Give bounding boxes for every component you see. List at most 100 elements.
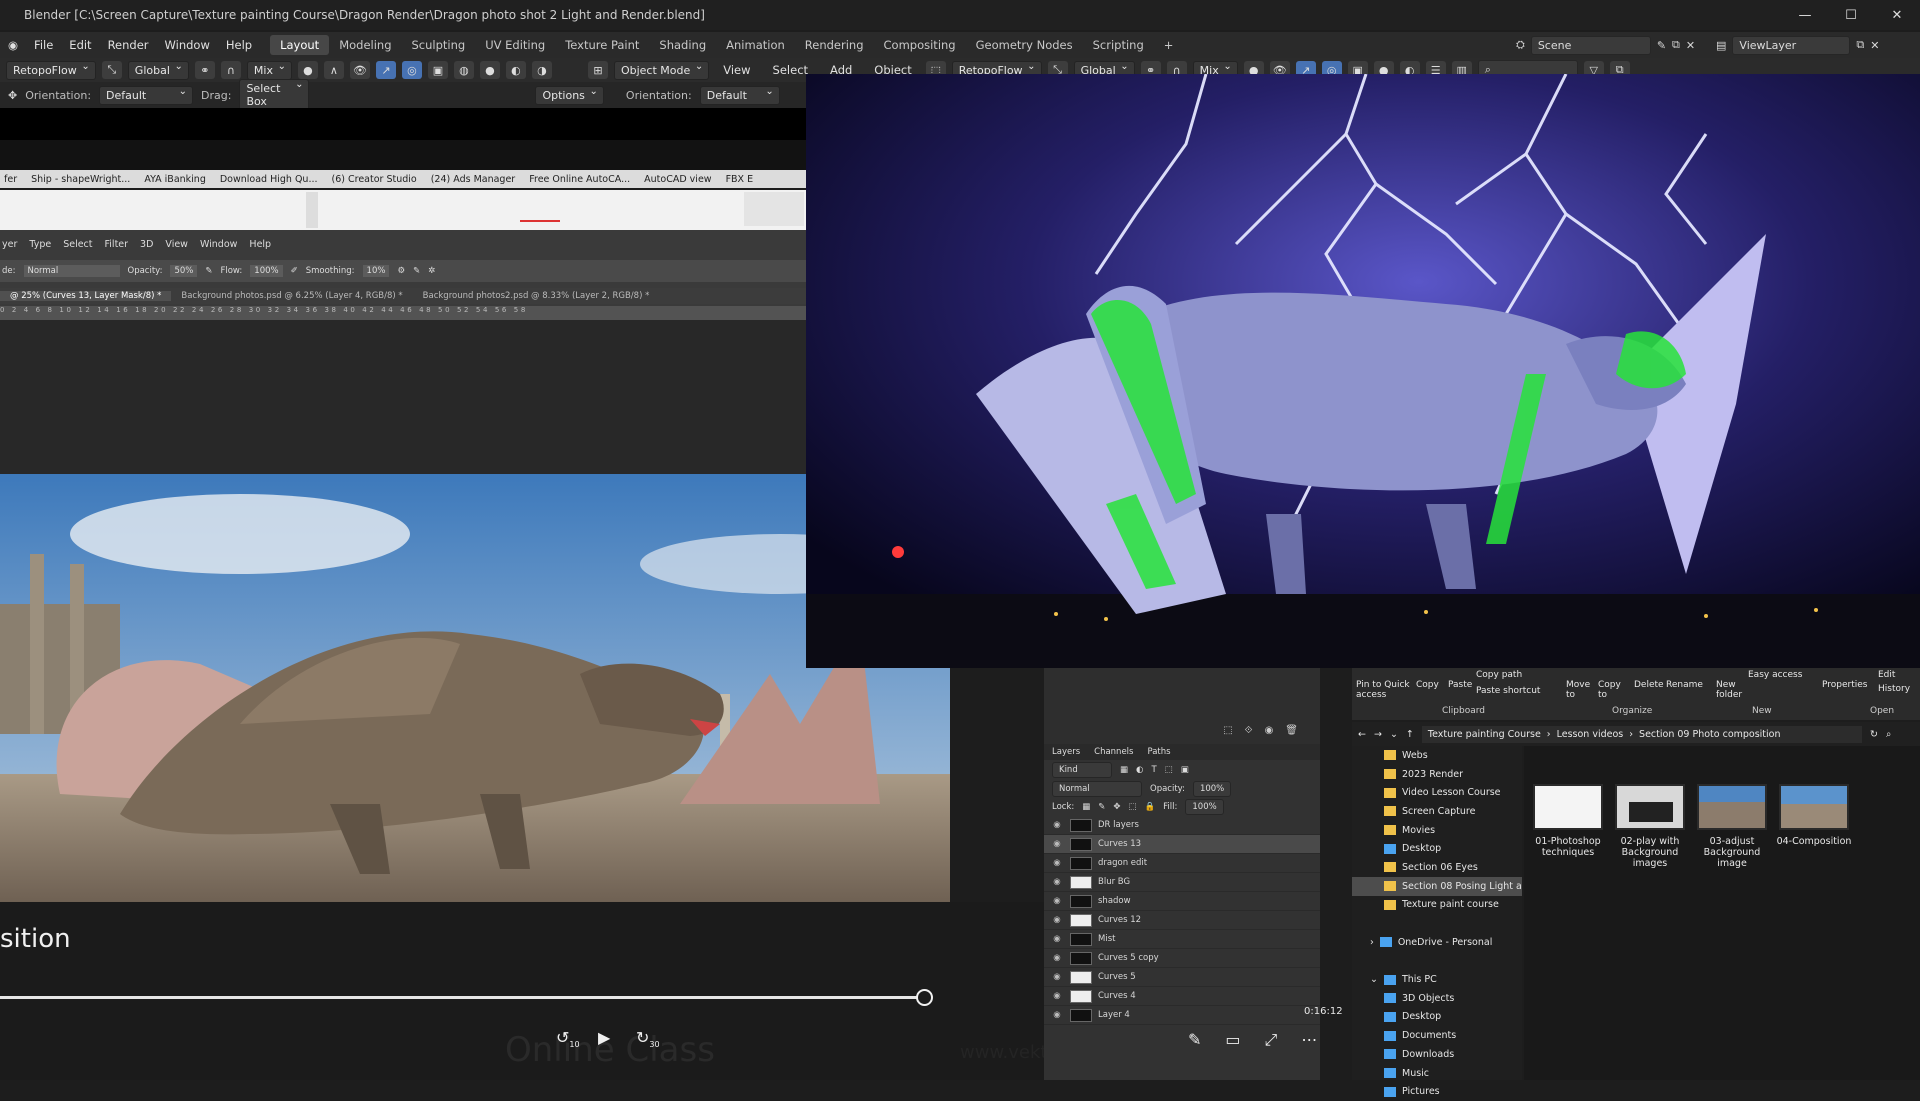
pin-quick-access-button[interactable]: Pin to Quick access xyxy=(1356,680,1410,700)
ps-menu-window[interactable]: Window xyxy=(200,239,237,250)
link-icon[interactable]: ⟐ xyxy=(1245,725,1253,736)
miniplayer-icon[interactable]: ▭ xyxy=(1225,1030,1240,1050)
copy-button[interactable]: Copy xyxy=(1416,680,1439,690)
symmetry-icon[interactable]: ✲ xyxy=(428,266,435,276)
gizmo-icon[interactable]: ↗ xyxy=(375,61,396,79)
paste-button[interactable]: Paste xyxy=(1448,680,1472,690)
visibility-icon[interactable]: 👁 xyxy=(349,61,370,79)
move-to-button[interactable]: Move to xyxy=(1566,680,1594,700)
filter-shape-icon[interactable]: ⬚ xyxy=(1165,765,1173,775)
bookmark-item[interactable]: FBX E xyxy=(726,174,754,185)
video-progress-knob[interactable] xyxy=(916,989,933,1006)
bookmark-item[interactable]: (24) Ads Manager xyxy=(431,174,516,185)
global-dropdown[interactable]: Global xyxy=(127,60,189,80)
ps-menu-select[interactable]: Select xyxy=(63,239,92,250)
close-icon[interactable]: ✕ xyxy=(1874,0,1920,30)
more-options-icon[interactable]: ⋯ xyxy=(1301,1030,1317,1050)
ps-menu-3d[interactable]: 3D xyxy=(140,239,153,250)
eye-icon[interactable]: ◉ xyxy=(1050,972,1064,982)
nav-item[interactable]: 3D Objects xyxy=(1352,989,1522,1008)
ps-menu-layer[interactable]: yer xyxy=(2,239,17,250)
breadcrumb[interactable]: Texture painting Course › Lesson videos › … xyxy=(1421,725,1863,743)
settings-gear-icon[interactable]: ⚙ xyxy=(397,266,405,276)
menu-render[interactable]: Render xyxy=(100,38,157,52)
ps-menu-filter[interactable]: Filter xyxy=(105,239,129,250)
nav-item[interactable]: Video Lesson Course xyxy=(1352,783,1522,802)
minimize-icon[interactable]: — xyxy=(1782,0,1828,30)
layer-row[interactable]: ◉ Blur BG xyxy=(1044,873,1320,892)
mix-dropdown[interactable]: Mix xyxy=(246,60,292,80)
expand-chevron-icon[interactable]: › xyxy=(1370,937,1374,948)
nav-item[interactable]: Downloads xyxy=(1352,1045,1522,1064)
layer-row[interactable]: ◉ DR layers xyxy=(1044,816,1320,835)
eye-icon[interactable]: ◉ xyxy=(1050,934,1064,944)
blend-mode-select[interactable]: Normal xyxy=(23,265,120,277)
shading-wire-icon[interactable]: ◍ xyxy=(453,61,474,79)
skip-forward-30-icon[interactable]: ↻30 xyxy=(636,1028,660,1049)
skip-back-10-icon[interactable]: ↺10 xyxy=(556,1028,580,1049)
smoothing-field[interactable]: 10% xyxy=(362,265,390,277)
new-viewlayer-icon[interactable]: ⧉ xyxy=(1856,38,1864,52)
new-folder-button[interactable]: New folder xyxy=(1716,680,1746,700)
collapse-chevron-icon[interactable]: ⌄ xyxy=(1370,974,1378,985)
file-item[interactable]: 04-Composition xyxy=(1774,784,1854,847)
pressure-size-icon[interactable]: ✎ xyxy=(413,266,420,276)
tab-sculpting[interactable]: Sculpting xyxy=(402,35,476,55)
transform-orientation-icon[interactable]: ⤡ xyxy=(101,61,122,79)
object-mode-dropdown[interactable]: Object Mode xyxy=(613,60,710,80)
bookmark-item[interactable]: Free Online AutoCA... xyxy=(529,174,630,185)
layer-blend-mode[interactable]: Normal xyxy=(1052,781,1142,797)
ps-menu-type[interactable]: Type xyxy=(29,239,51,250)
tab-animation[interactable]: Animation xyxy=(716,35,795,55)
doc-tab[interactable]: Background photos.psd @ 6.25% (Layer 4, … xyxy=(171,291,412,301)
back-arrow-icon[interactable]: ← xyxy=(1358,729,1366,740)
nav-item[interactable]: Pictures xyxy=(1352,1082,1522,1101)
play-icon[interactable]: ▶ xyxy=(598,1028,610,1047)
editor-type-icon[interactable]: ⊞ xyxy=(587,61,608,79)
trash-icon[interactable]: 🗑 xyxy=(1285,725,1298,736)
eye-icon[interactable]: ◉ xyxy=(1050,953,1064,963)
doc-tab-active[interactable]: @ 25% (Curves 13, Layer Mask/8) * xyxy=(0,291,172,301)
bookmark-item[interactable]: Download High Qu... xyxy=(220,174,318,185)
filter-smart-icon[interactable]: ▣ xyxy=(1181,765,1189,775)
eye-icon[interactable]: ◉ xyxy=(1050,839,1064,849)
bookmark-item[interactable]: AYA iBanking xyxy=(144,174,206,185)
menu-help[interactable]: Help xyxy=(218,38,260,52)
ps-menu-view[interactable]: View xyxy=(165,239,188,250)
history-button[interactable]: History xyxy=(1878,684,1910,694)
menu-view[interactable]: View xyxy=(715,63,758,77)
falloff-icon[interactable]: ∧ xyxy=(323,61,344,79)
tab-layout[interactable]: Layout xyxy=(270,35,330,55)
ps-menu-help[interactable]: Help xyxy=(249,239,271,250)
eye-icon[interactable]: ◉ xyxy=(1050,858,1064,868)
delete-scene-icon[interactable]: ✕ xyxy=(1686,39,1695,52)
drag-dropdown[interactable]: Select Box xyxy=(239,79,310,111)
tab-texture-paint[interactable]: Texture Paint xyxy=(555,35,649,55)
tab-channels[interactable]: Channels xyxy=(1094,747,1133,757)
orientation-dropdown-2[interactable]: Default xyxy=(699,85,780,105)
menu-window[interactable]: Window xyxy=(157,38,218,52)
layer-row[interactable]: ◉ dragon edit xyxy=(1044,854,1320,873)
rename-button[interactable]: Rename xyxy=(1666,680,1703,690)
bookmark-item[interactable]: Ship - shapeWright... xyxy=(31,174,130,185)
overlay-icon[interactable]: ◎ xyxy=(401,61,422,79)
tab-modeling[interactable]: Modeling xyxy=(329,35,401,55)
nav-item[interactable]: Documents xyxy=(1352,1026,1522,1045)
new-scene-icon[interactable]: ⧉ xyxy=(1672,38,1680,52)
filter-type-icon[interactable]: T xyxy=(1151,765,1156,775)
airbrush-icon[interactable]: ✐ xyxy=(291,266,298,276)
tab-rendering[interactable]: Rendering xyxy=(795,35,874,55)
xray-icon[interactable]: ▣ xyxy=(427,61,448,79)
layer-row[interactable]: ◉ Mist xyxy=(1044,930,1320,949)
retopoflow-menu[interactable]: RetopoFlow xyxy=(6,60,96,80)
tab-uv-editing[interactable]: UV Editing xyxy=(475,35,555,55)
lock-move-icon[interactable]: ✥ xyxy=(1113,802,1120,812)
menu-file[interactable]: File xyxy=(26,38,61,52)
visibility-icon[interactable]: ◉ xyxy=(1265,725,1274,736)
easy-access-button[interactable]: Easy access xyxy=(1748,670,1802,680)
viewlayer-selector[interactable]: ▤ ViewLayer ⧉ ✕ xyxy=(1716,32,1879,58)
eye-icon[interactable]: ◉ xyxy=(1050,877,1064,887)
lock-artboard-icon[interactable]: ⬚ xyxy=(1129,802,1137,812)
copy-to-button[interactable]: Copy to xyxy=(1598,680,1626,700)
menu-edit[interactable]: Edit xyxy=(61,38,99,52)
